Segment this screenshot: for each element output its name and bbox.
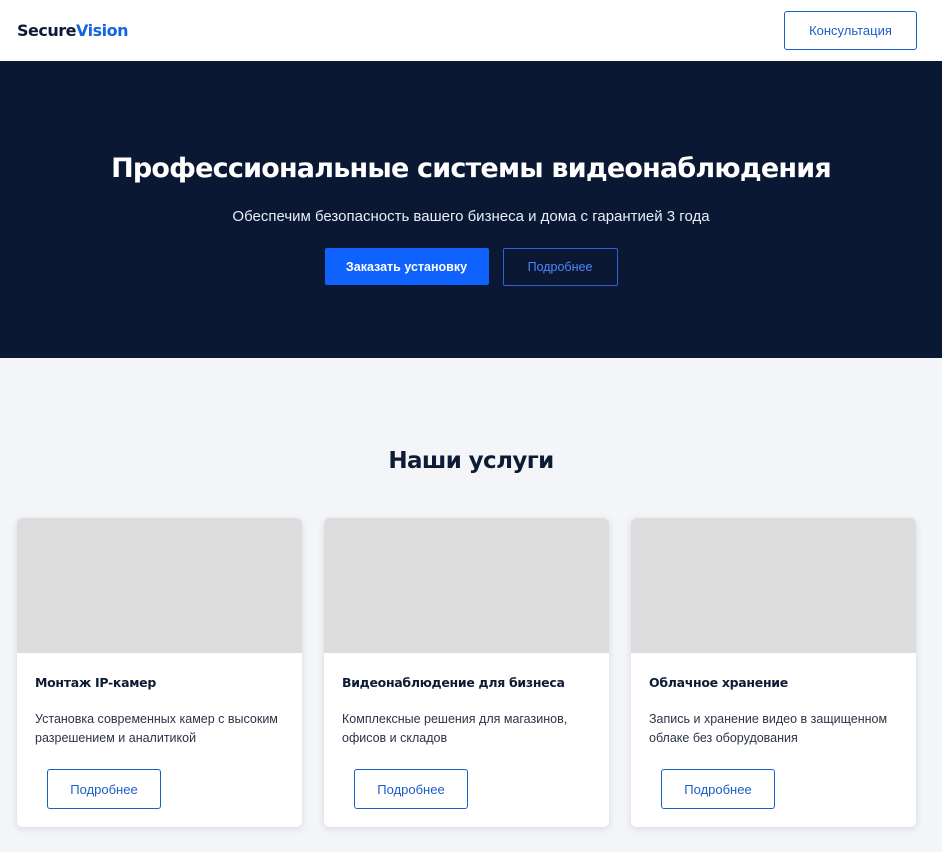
hero-more-button[interactable]: Подробнее — [502, 248, 618, 286]
service-card-title: Видеонаблюдение для бизнеса — [342, 675, 565, 690]
consultation-button[interactable]: Консультация — [784, 11, 917, 50]
service-card-ip-cameras: Монтаж IP-камер Установка современных ка… — [17, 518, 302, 827]
service-card-description: Запись и хранение видео в защищенном обл… — [649, 712, 888, 745]
service-image-placeholder — [324, 518, 609, 653]
services-cards: Монтаж IP-камер Установка современных ка… — [0, 518, 942, 827]
service-more-button[interactable]: Подробнее — [47, 769, 161, 809]
service-more-button[interactable]: Подробнее — [354, 769, 468, 809]
hero-title: Профессиональные системы видеонаблюдения — [111, 153, 832, 184]
service-card-cloud-storage: Облачное хранение Запись и хранение виде… — [631, 518, 916, 827]
hero-subtitle: Обеспечим безопасность вашего бизнеса и … — [232, 208, 710, 225]
hero-actions: Заказать установку Подробнее — [324, 248, 618, 286]
logo-accent-text: Vision — [76, 21, 128, 40]
site-logo[interactable]: SecureVision — [17, 21, 128, 40]
hero-section: Профессиональные системы видеонаблюдения… — [0, 61, 942, 358]
service-card-business: Видеонаблюдение для бизнеса Комплексные … — [324, 518, 609, 827]
services-title: Наши услуги — [388, 448, 554, 474]
service-card-description: Установка современных камер с высоким ра… — [35, 712, 278, 745]
service-image-placeholder — [17, 518, 302, 653]
service-card-description: Комплексные решения для магазинов, офисо… — [342, 712, 568, 745]
order-installation-button[interactable]: Заказать установку — [324, 248, 489, 285]
service-card-title: Монтаж IP-камер — [35, 675, 156, 690]
service-image-placeholder — [631, 518, 916, 653]
service-more-button[interactable]: Подробнее — [661, 769, 775, 809]
services-section: Наши услуги Монтаж IP-камер Установка со… — [0, 358, 942, 827]
service-card-title: Облачное хранение — [649, 675, 788, 690]
logo-primary-text: Secure — [17, 21, 77, 40]
site-header: SecureVision Консультация — [0, 0, 942, 61]
